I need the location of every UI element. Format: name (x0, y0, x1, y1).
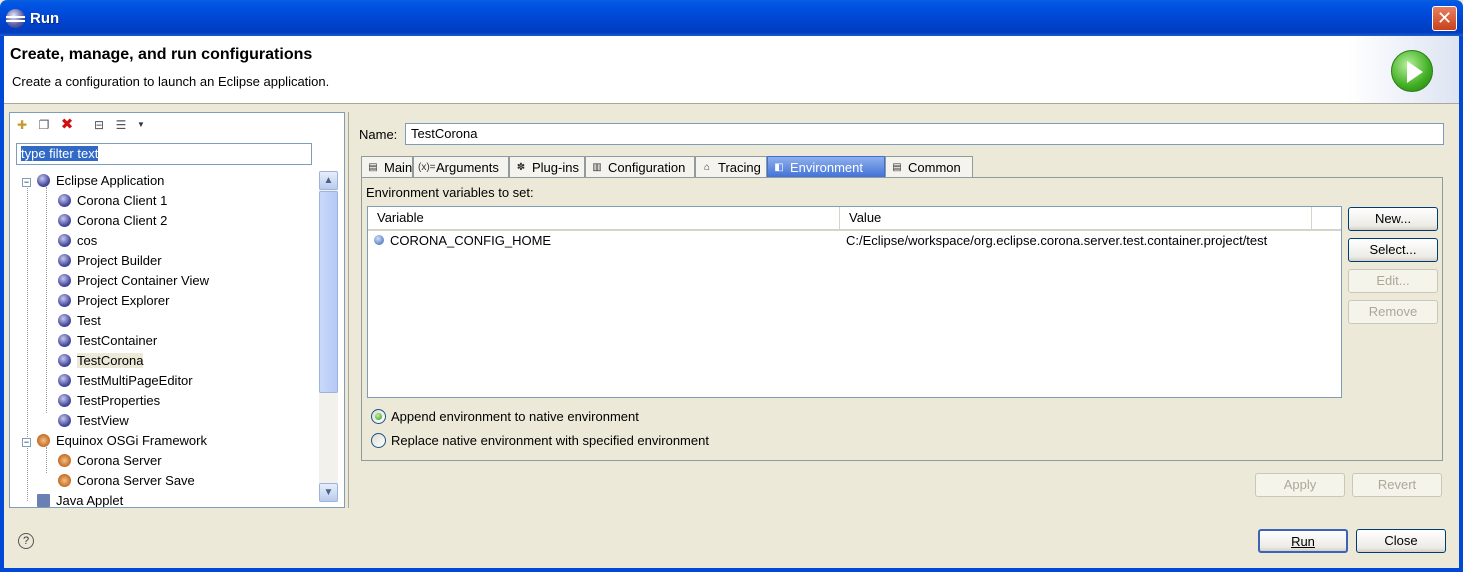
close-button[interactable]: Close (1356, 529, 1446, 553)
eclipse-app-icon (58, 334, 71, 347)
remove-button[interactable]: Remove (1348, 300, 1438, 324)
common-tab-icon: ▤ (892, 162, 902, 173)
arguments-tab-icon: (x)= (418, 162, 436, 173)
column-header-variable[interactable]: Variable (368, 207, 840, 229)
tree-item[interactable]: Project Builder (58, 251, 162, 271)
chevron-down-icon[interactable]: ▼ (134, 118, 148, 132)
tab-environment[interactable]: ◧ Environment (767, 156, 885, 178)
eclipse-app-icon (37, 174, 50, 187)
scroll-thumb[interactable] (319, 191, 338, 393)
eclipse-app-icon (58, 314, 71, 327)
collapse-all-icon[interactable]: ⊟ (92, 118, 106, 132)
tree-group-java-applet[interactable]: Java Applet (37, 491, 123, 507)
column-header-value[interactable]: Value (840, 207, 1312, 229)
revert-button[interactable]: Revert (1352, 473, 1442, 497)
variable-cell: CORONA_CONFIG_HOME (390, 233, 552, 248)
filter-input[interactable]: type filter text (16, 143, 312, 165)
value-cell: C:/Eclipse/workspace/org.eclipse.corona.… (846, 233, 1268, 248)
config-editor: Name: TestCorona ▤ Main (x)= Arguments ✽ Pl… (348, 112, 1454, 508)
java-applet-icon (37, 494, 50, 507)
eclipse-app-icon (58, 274, 71, 287)
tree-item[interactable]: Project Container View (58, 271, 209, 291)
eclipse-app-icon (58, 214, 71, 227)
collapse-icon[interactable]: − (22, 178, 31, 187)
variable-icon (374, 235, 384, 245)
eclipse-app-icon (58, 354, 71, 367)
tree-item[interactable]: Corona Client 2 (58, 211, 167, 231)
banner-subtitle: Create a configuration to launch an Ecli… (12, 74, 330, 89)
append-env-radio[interactable]: Append environment to native environment (371, 408, 639, 426)
scroll-up-icon[interactable]: ▲ (319, 171, 338, 190)
radio-selected-icon[interactable] (371, 409, 386, 424)
tab-tracing[interactable]: ⌂ Tracing (695, 156, 767, 178)
tab-arguments[interactable]: (x)= Arguments (413, 156, 509, 178)
eclipse-app-icon (58, 194, 71, 207)
osgi-icon (37, 434, 50, 447)
tree-item[interactable]: Corona Server (58, 451, 162, 471)
tab-plugins[interactable]: ✽ Plug-ins (509, 156, 585, 178)
tree-item[interactable]: Project Explorer (58, 291, 169, 311)
edit-button[interactable]: Edit... (1348, 269, 1438, 293)
osgi-icon (58, 474, 71, 487)
window-title: Run (30, 10, 60, 27)
osgi-icon (58, 454, 71, 467)
main-tab-icon: ▤ (368, 162, 378, 173)
env-section-label: Environment variables to set: (366, 185, 534, 200)
tree-item[interactable]: TestContainer (58, 331, 157, 351)
tree-item[interactable]: cos (58, 231, 97, 251)
new-config-icon[interactable]: ✚ (15, 118, 29, 132)
config-tree: − Eclipse Application Corona Client 1 Cor… (10, 171, 316, 507)
duplicate-config-icon[interactable]: ❐ (37, 118, 51, 132)
collapse-icon[interactable]: − (22, 438, 31, 447)
tree-item[interactable]: TestMultiPageEditor (58, 371, 193, 391)
launch-config-panel: ✚ ❐ ✖ ⊟ ☰ ▼ type filter text − Eclipse Ap… (9, 112, 345, 508)
eclipse-app-icon (58, 374, 71, 387)
run-icon (1391, 50, 1433, 92)
eclipse-app-icon (58, 394, 71, 407)
tree-item[interactable]: Corona Client 1 (58, 191, 167, 211)
env-table[interactable]: Variable Value CORONA_CONFIG_HOME C:/Ecl… (367, 206, 1342, 398)
filter-config-icon[interactable]: ☰ (114, 118, 128, 132)
tree-item[interactable]: Corona Server Save (58, 471, 195, 491)
tree-group-equinox-osgi[interactable]: − Equinox OSGi Framework (22, 431, 207, 451)
select-button[interactable]: Select... (1348, 238, 1438, 262)
radio-icon[interactable] (371, 433, 386, 448)
tree-group-eclipse-application[interactable]: − Eclipse Application (22, 171, 164, 191)
replace-env-radio[interactable]: Replace native environment with specifie… (371, 432, 709, 450)
close-window-button[interactable]: ✕ (1432, 6, 1457, 31)
environment-tab-body: Environment variables to set: Variable V… (361, 177, 1443, 461)
tree-item-selected[interactable]: TestCorona (58, 351, 144, 371)
scroll-down-icon[interactable]: ▼ (319, 483, 338, 502)
eclipse-app-icon (58, 294, 71, 307)
tree-item[interactable]: TestView (58, 411, 129, 431)
env-table-header: Variable Value (368, 207, 1341, 231)
apply-button[interactable]: Apply (1255, 473, 1345, 497)
header-banner: Create, manage, and run configurations C… (4, 36, 1459, 104)
tree-scrollbar[interactable]: ▲ ▼ (319, 171, 338, 502)
name-label: Name: (359, 127, 398, 142)
help-icon[interactable]: ? (18, 533, 34, 549)
environment-tab-icon: ◧ (774, 162, 784, 173)
eclipse-app-icon (58, 254, 71, 267)
tree-item[interactable]: Test (58, 311, 101, 331)
new-button[interactable]: New... (1348, 207, 1438, 231)
banner-title: Create, manage, and run configurations (10, 46, 313, 63)
tracing-tab-icon: ⌂ (703, 162, 711, 173)
name-input[interactable]: TestCorona (405, 123, 1444, 145)
plugins-tab-icon: ✽ (516, 162, 526, 173)
title-bar: Run ✕ (0, 0, 1463, 36)
delete-config-icon[interactable]: ✖ (60, 117, 74, 132)
run-button[interactable]: Run (1258, 529, 1348, 553)
table-row[interactable]: CORONA_CONFIG_HOME C:/Eclipse/workspace/… (368, 231, 1341, 251)
config-toolbar: ✚ ❐ ✖ ⊟ ☰ ▼ (10, 113, 344, 139)
tab-main[interactable]: ▤ Main (361, 156, 413, 178)
tab-common[interactable]: ▤ Common (885, 156, 973, 178)
eclipse-icon (6, 9, 25, 28)
tree-item[interactable]: TestProperties (58, 391, 160, 411)
eclipse-app-icon (58, 234, 71, 247)
tab-configuration[interactable]: ▥ Configuration (585, 156, 695, 178)
configuration-tab-icon: ▥ (592, 162, 602, 173)
eclipse-app-icon (58, 414, 71, 427)
